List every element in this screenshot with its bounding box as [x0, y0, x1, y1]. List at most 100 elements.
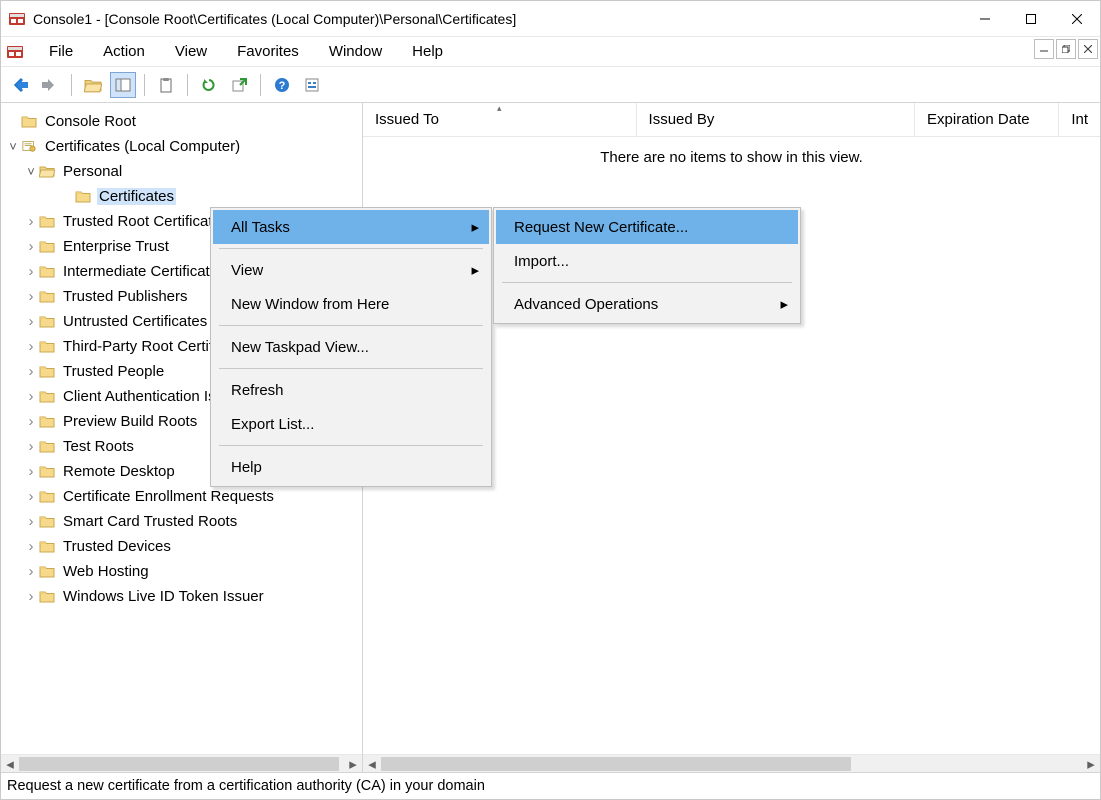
- content-horizontal-scrollbar[interactable]: ◂ ▸: [363, 754, 1100, 772]
- context-item-request-new-cert[interactable]: Request New Certificate...: [496, 210, 798, 244]
- main-area: Console Root Certificates (Local Compute…: [1, 103, 1100, 773]
- mdi-restore-button[interactable]: [1056, 39, 1076, 59]
- tree-node-personal[interactable]: Personal: [1, 159, 362, 184]
- window-title: Console1 - [Console Root\Certificates (L…: [33, 11, 962, 27]
- column-header-intended[interactable]: Int: [1059, 103, 1100, 136]
- export-list-button[interactable]: [226, 72, 252, 98]
- mdi-app-icon: [7, 44, 23, 60]
- expand-toggle-icon[interactable]: [23, 338, 39, 355]
- tree-node-trusted-devices[interactable]: Trusted Devices: [1, 534, 362, 559]
- mdi-minimize-button[interactable]: [1034, 39, 1054, 59]
- tree-node-certificates-lm[interactable]: Certificates (Local Computer): [1, 134, 362, 159]
- forward-button[interactable]: [37, 72, 63, 98]
- folder-icon: [39, 289, 57, 305]
- context-menu: All Tasks ▸ View ▸ New Window from Here …: [210, 207, 492, 487]
- context-item-all-tasks[interactable]: All Tasks ▸: [213, 210, 489, 244]
- menu-favorites[interactable]: Favorites: [223, 41, 313, 62]
- context-item-import[interactable]: Import...: [496, 244, 798, 278]
- mdi-close-button[interactable]: [1078, 39, 1098, 59]
- title-bar: Console1 - [Console Root\Certificates (L…: [1, 1, 1100, 37]
- tree-selected-label: Certificates: [97, 188, 176, 205]
- submenu-arrow-icon: ▸: [471, 261, 479, 279]
- column-header-expiration[interactable]: Expiration Date: [915, 103, 1059, 136]
- context-separator: [219, 445, 483, 446]
- tree-node-certificates[interactable]: Certificates: [1, 184, 362, 209]
- expand-toggle-icon[interactable]: [23, 213, 39, 230]
- context-separator: [502, 282, 792, 283]
- expand-toggle-icon[interactable]: [23, 288, 39, 305]
- context-submenu-all-tasks: Request New Certificate... Import... Adv…: [493, 207, 801, 324]
- folder-icon: [39, 214, 57, 230]
- folder-icon: [21, 114, 39, 130]
- menu-window[interactable]: Window: [315, 41, 396, 62]
- context-item-new-taskpad[interactable]: New Taskpad View...: [213, 330, 489, 364]
- expand-toggle-icon[interactable]: [23, 164, 39, 179]
- expand-toggle-icon[interactable]: [23, 413, 39, 430]
- menu-help[interactable]: Help: [398, 41, 457, 62]
- column-header-issued-by[interactable]: Issued By: [637, 103, 916, 136]
- expand-toggle-icon[interactable]: [23, 363, 39, 380]
- help-button[interactable]: [269, 72, 295, 98]
- scroll-right-icon[interactable]: ▸: [344, 755, 362, 772]
- folder-icon: [39, 264, 57, 280]
- column-header-issued-to[interactable]: Issued To ▴: [363, 103, 637, 136]
- up-one-level-button[interactable]: [80, 72, 106, 98]
- folder-icon: [39, 364, 57, 380]
- folder-icon: [75, 189, 93, 205]
- context-item-view[interactable]: View ▸: [213, 253, 489, 287]
- back-button[interactable]: [7, 72, 33, 98]
- menu-action[interactable]: Action: [89, 41, 159, 62]
- expand-toggle-icon[interactable]: [23, 438, 39, 455]
- tree-node-wlid-token-issuer[interactable]: Windows Live ID Token Issuer: [1, 584, 362, 609]
- minimize-button[interactable]: [962, 1, 1008, 36]
- menu-view[interactable]: View: [161, 41, 221, 62]
- context-item-export-list[interactable]: Export List...: [213, 407, 489, 441]
- close-button[interactable]: [1054, 1, 1100, 36]
- context-item-refresh[interactable]: Refresh: [213, 373, 489, 407]
- show-hide-tree-button[interactable]: [110, 72, 136, 98]
- expand-toggle-icon[interactable]: [23, 313, 39, 330]
- mmc-window: Console1 - [Console Root\Certificates (L…: [0, 0, 1101, 800]
- tree-horizontal-scrollbar[interactable]: ◂ ▸: [1, 754, 362, 772]
- empty-view-message: There are no items to show in this view.: [363, 149, 1100, 166]
- folder-icon: [39, 464, 57, 480]
- expand-toggle-icon[interactable]: [23, 463, 39, 480]
- submenu-arrow-icon: ▸: [780, 295, 788, 313]
- expand-toggle-icon[interactable]: [23, 588, 39, 605]
- status-text: Request a new certificate from a certifi…: [7, 778, 485, 794]
- expand-toggle-icon[interactable]: [23, 563, 39, 580]
- scroll-left-icon[interactable]: ◂: [363, 755, 381, 772]
- scroll-thumb[interactable]: [381, 757, 851, 771]
- toolbar-separator: [144, 74, 145, 96]
- app-icon: [9, 11, 25, 27]
- folder-icon: [39, 314, 57, 330]
- expand-toggle-icon[interactable]: [23, 388, 39, 405]
- tree-node-web-hosting[interactable]: Web Hosting: [1, 559, 362, 584]
- expand-toggle-icon[interactable]: [23, 238, 39, 255]
- expand-toggle-icon[interactable]: [23, 538, 39, 555]
- tree-node-cert-enroll-req[interactable]: Certificate Enrollment Requests: [1, 484, 362, 509]
- scroll-right-icon[interactable]: ▸: [1082, 755, 1100, 772]
- expand-toggle-icon[interactable]: [5, 139, 21, 154]
- tree-node-console-root[interactable]: Console Root: [1, 109, 362, 134]
- refresh-button[interactable]: [196, 72, 222, 98]
- menu-bar: File Action View Favorites Window Help: [1, 37, 1100, 67]
- scroll-thumb[interactable]: [19, 757, 339, 771]
- submenu-arrow-icon: ▸: [471, 218, 479, 236]
- toolbar-separator: [71, 74, 72, 96]
- context-item-help[interactable]: Help: [213, 450, 489, 484]
- expand-toggle-icon[interactable]: [23, 488, 39, 505]
- tree-node-smartcard-roots[interactable]: Smart Card Trusted Roots: [1, 509, 362, 534]
- customize-view-button[interactable]: [299, 72, 325, 98]
- properties-button[interactable]: [153, 72, 179, 98]
- menu-file[interactable]: File: [35, 41, 87, 62]
- folder-icon: [39, 339, 57, 355]
- status-bar: Request a new certificate from a certifi…: [1, 773, 1100, 799]
- folder-icon: [39, 164, 57, 180]
- scroll-left-icon[interactable]: ◂: [1, 755, 19, 772]
- maximize-button[interactable]: [1008, 1, 1054, 36]
- expand-toggle-icon[interactable]: [23, 513, 39, 530]
- context-item-new-window[interactable]: New Window from Here: [213, 287, 489, 321]
- expand-toggle-icon[interactable]: [23, 263, 39, 280]
- context-item-advanced-ops[interactable]: Advanced Operations ▸: [496, 287, 798, 321]
